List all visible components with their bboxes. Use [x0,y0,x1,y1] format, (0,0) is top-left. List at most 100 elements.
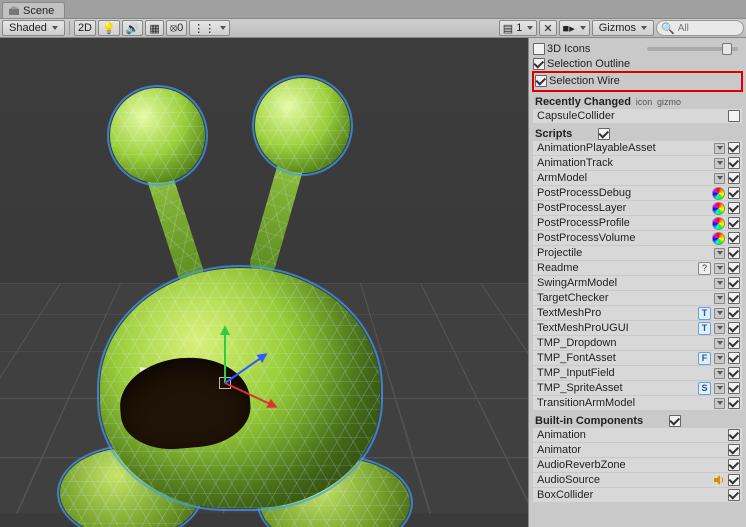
gizmo-checkbox[interactable] [728,474,740,486]
checkbox-selection-outline[interactable] [533,58,545,70]
tools-icon: ✕ [543,22,552,35]
icon-picker-dropdown[interactable] [714,278,725,289]
option-selection-wire[interactable]: Selection Wire [535,74,740,88]
component-row[interactable]: AnimationPlayableAsset [533,141,742,155]
gizmo-checkbox[interactable] [728,382,740,394]
icon-picker-dropdown[interactable] [714,173,725,184]
label-selection-outline: Selection Outline [545,58,742,70]
section-toggle[interactable] [598,128,610,140]
question-icon: ? [698,262,711,275]
component-row[interactable]: TMP_SpriteAssetS [533,381,742,395]
gizmo-checkbox[interactable] [728,429,740,441]
component-row[interactable]: Animator [533,443,742,457]
gizmo-checkbox[interactable] [728,110,740,122]
gizmo-checkbox[interactable] [728,187,740,199]
component-row[interactable]: TextMeshProUGUIT [533,321,742,335]
gizmo-checkbox[interactable] [728,292,740,304]
icon-picker-dropdown[interactable] [714,293,725,304]
component-row[interactable]: Readme? [533,261,742,275]
gizmo-checkbox[interactable] [728,352,740,364]
mode-2d-toggle[interactable]: 2D [74,20,96,36]
icon-picker-dropdown[interactable] [714,308,725,319]
grid-toggle[interactable]: ⋮⋮ [189,20,230,36]
tools-button[interactable]: ✕ [539,20,556,36]
component-row[interactable]: TMP_FontAssetF [533,351,742,365]
icon-picker-dropdown[interactable] [714,353,725,364]
component-row[interactable]: ArmModel [533,171,742,185]
gizmo-checkbox[interactable] [728,202,740,214]
hidden-toggle[interactable]: ⦻0 [166,20,187,36]
gizmo-checkbox[interactable] [728,262,740,274]
component-row[interactable]: SwingArmModel [533,276,742,290]
tab-scene[interactable]: Scene [2,2,65,18]
checkbox-3d-icons[interactable] [533,43,545,55]
component-label: AnimationTrack [535,157,714,169]
icon-picker-dropdown[interactable] [714,143,725,154]
gizmo-checkbox[interactable] [728,489,740,501]
scene-viewport[interactable] [0,38,528,527]
transform-gizmo[interactable] [225,383,226,384]
icon-picker-dropdown[interactable] [714,323,725,334]
component-row[interactable]: TransitionArmModel [533,396,742,410]
component-row[interactable]: TMP_InputField [533,366,742,380]
component-row[interactable]: PostProcessLayer [533,201,742,215]
component-row[interactable]: BoxCollider [533,488,742,502]
selected-mesh[interactable] [60,98,420,527]
component-row[interactable]: AudioReverbZone [533,458,742,472]
gizmos-dropdown[interactable]: Gizmos [592,20,654,36]
component-row[interactable]: PostProcessProfile [533,216,742,230]
fx-toggle[interactable]: ▦ [145,20,163,36]
lighting-toggle[interactable]: 💡 [98,20,120,36]
gizmo-checkbox[interactable] [728,444,740,456]
option-selection-outline[interactable]: Selection Outline [533,57,742,71]
gizmo-checkbox[interactable] [728,307,740,319]
gizmo-checkbox[interactable] [728,157,740,169]
chevron-down-icon [527,26,533,30]
component-row[interactable]: TargetChecker [533,291,742,305]
layers-dropdown[interactable]: ▤1 [499,20,538,36]
section-toggle[interactable] [669,415,681,427]
gizmo-checkbox[interactable] [728,459,740,471]
gizmo-checkbox[interactable] [728,277,740,289]
component-row[interactable]: CapsuleCollider [533,109,742,123]
gizmo-sections: Recently ChangedicongizmoCapsuleCollider… [533,95,742,502]
gizmo-checkbox[interactable] [728,397,740,409]
camera-dropdown[interactable]: ■▸ [559,20,590,36]
component-row[interactable]: TextMeshProT [533,306,742,320]
icon-picker-dropdown[interactable] [714,368,725,379]
search-input[interactable] [678,23,738,34]
checkbox-selection-wire[interactable] [535,75,547,87]
icon-picker-dropdown[interactable] [714,248,725,259]
gizmo-checkbox[interactable] [728,367,740,379]
icon-picker-dropdown[interactable] [714,158,725,169]
gizmo-checkbox[interactable] [728,247,740,259]
slider-thumb[interactable] [722,43,732,55]
gizmo-checkbox[interactable] [728,217,740,229]
slider-3d-icons[interactable] [647,47,739,51]
gizmo-checkbox[interactable] [728,142,740,154]
gizmo-checkbox[interactable] [728,322,740,334]
gizmo-axis-y[interactable] [224,333,226,383]
component-row[interactable]: PostProcessDebug [533,186,742,200]
gizmo-checkbox[interactable] [728,232,740,244]
search-box[interactable]: 🔍 [656,20,744,36]
component-row[interactable]: Animation [533,428,742,442]
component-row[interactable]: AudioSource [533,473,742,487]
gizmo-checkbox[interactable] [728,337,740,349]
component-row[interactable]: Projectile [533,246,742,260]
icon-picker-dropdown[interactable] [714,338,725,349]
scene-icon [9,6,19,16]
audio-toggle[interactable]: 🔊 [122,20,144,36]
gizmos-panel-scroll[interactable]: 3D Icons Selection Outline Selection Wir… [529,38,746,503]
option-3d-icons[interactable]: 3D Icons [533,42,742,56]
icon-picker-dropdown[interactable] [714,383,725,394]
shading-dropdown[interactable]: Shaded [2,20,65,36]
component-label: TextMeshProUGUI [535,322,698,334]
gizmo-checkbox[interactable] [728,172,740,184]
component-row[interactable]: PostProcessVolume [533,231,742,245]
component-row[interactable]: TMP_Dropdown [533,336,742,350]
asset-letter-icon: S [698,382,711,395]
component-row[interactable]: AnimationTrack [533,156,742,170]
icon-picker-dropdown[interactable] [714,398,725,409]
icon-picker-dropdown[interactable] [714,263,725,274]
